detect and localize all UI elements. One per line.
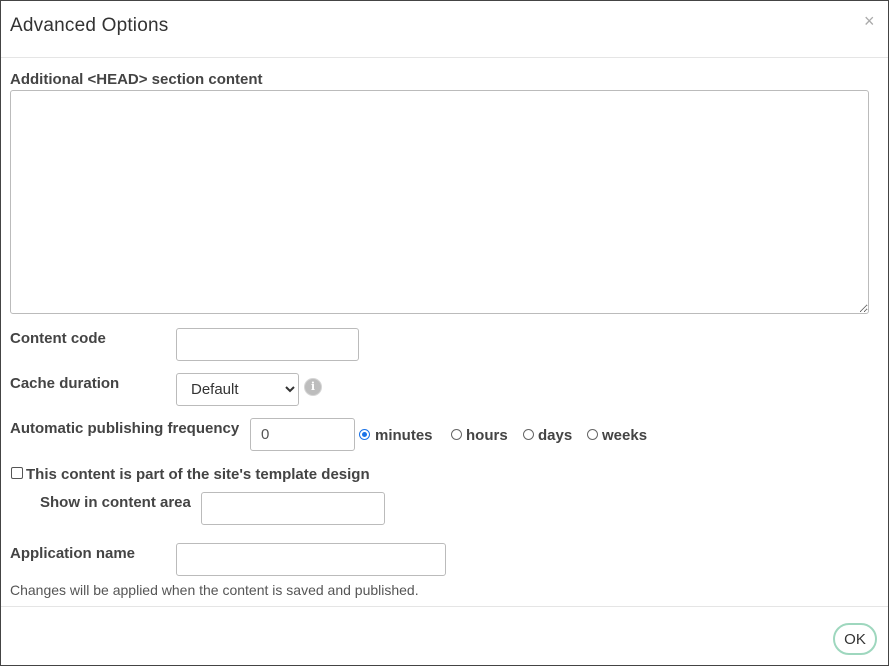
head-section-label: Additional <HEAD> section content: [10, 71, 263, 88]
hours-radio[interactable]: [451, 429, 462, 440]
advanced-options-dialog: Advanced Options × Additional <HEAD> sec…: [0, 0, 889, 666]
close-icon[interactable]: ×: [864, 12, 875, 30]
head-section-textarea[interactable]: [10, 90, 869, 314]
content-area-label: Show in content area: [40, 494, 191, 511]
weeks-label: weeks: [602, 427, 648, 444]
content-code-label: Content code: [10, 330, 106, 347]
hours-label: hours: [466, 427, 508, 444]
content-area-input[interactable]: [201, 492, 385, 525]
application-name-label: Application name: [10, 545, 136, 562]
template-design-checkbox[interactable]: [11, 467, 23, 479]
save-publish-note: Changes will be applied when the content…: [10, 582, 419, 598]
footer-divider: [1, 606, 888, 607]
dialog-header: Advanced Options ×: [1, 1, 888, 58]
content-code-input[interactable]: [176, 328, 359, 361]
ok-button[interactable]: OK: [833, 623, 877, 655]
publishing-frequency-label: Automatic publishing frequency: [10, 420, 240, 437]
cache-duration-label: Cache duration: [10, 375, 120, 392]
cache-duration-select[interactable]: Default: [176, 373, 299, 406]
application-name-input[interactable]: [176, 543, 446, 576]
publishing-frequency-input[interactable]: [250, 418, 355, 451]
minutes-radio[interactable]: [359, 429, 370, 440]
dialog-title: Advanced Options: [10, 15, 169, 36]
days-radio[interactable]: [523, 429, 534, 440]
template-design-label: This content is part of the site's templ…: [26, 466, 370, 483]
days-label: days: [538, 427, 573, 444]
info-icon[interactable]: i: [304, 378, 322, 396]
minutes-label: minutes: [375, 427, 433, 444]
weeks-radio[interactable]: [587, 429, 598, 440]
